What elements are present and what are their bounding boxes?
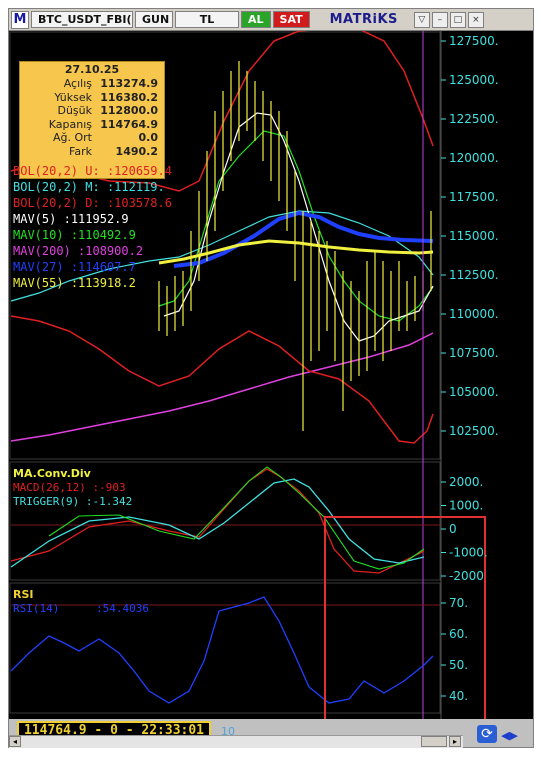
infobox-date: 27.10.25 xyxy=(64,63,120,76)
infobox-row: Fark 1490.2 xyxy=(69,144,158,158)
rsi-axis-label: 60. xyxy=(449,627,468,641)
app-logo: M xyxy=(11,10,29,29)
arrow-left-icon[interactable]: ◂ xyxy=(9,736,21,747)
price-axis-label: 102500. xyxy=(449,424,499,438)
mav200-line xyxy=(10,332,434,442)
infobox-row: Açılış 113274.9 xyxy=(63,77,158,90)
maximize-icon[interactable]: □ xyxy=(449,11,466,28)
price-axis-label: 117500. xyxy=(449,190,499,204)
legend-rsi: RSI(14) :54.4036 xyxy=(13,602,149,615)
brand-label: MATRiKS xyxy=(323,11,404,28)
chart-area[interactable]: 127500. 125000. 122500. 120000. 117500. 11500… xyxy=(9,28,533,722)
legend-mav55: MAV(55) :113918.2 xyxy=(13,276,136,290)
infobox-row: Kapanış 114764.9 xyxy=(48,117,158,131)
price-axis-label: 105000. xyxy=(449,385,499,399)
legend-bol-lower: BOL(20,2) D: :103578.6 xyxy=(13,196,172,210)
bollinger-lower-line xyxy=(10,315,434,444)
mav5-line xyxy=(163,112,434,342)
macd-axis-label: -1000. xyxy=(449,546,488,560)
price-axis-label: 107500. xyxy=(449,346,499,360)
arrow-nav-icon[interactable]: ◀▶ xyxy=(501,729,518,742)
ohlc-infobox: 27.10.25 Açılış 113274.9 Yüksek 116380.2 D… xyxy=(19,61,165,179)
legend-macd: MACD(26,12) :-903 xyxy=(13,481,126,494)
currency-selector[interactable]: TL xyxy=(175,11,239,28)
macd-axis-label: 1000. xyxy=(449,499,483,513)
price-axis-label: 112500. xyxy=(449,268,499,282)
rsi-axis-label: 50. xyxy=(449,658,468,672)
rsi-axis-label: 70. xyxy=(449,596,468,610)
legend-mav10: MAV(10) :110492.9 xyxy=(13,228,136,242)
infobox-row: Yüksek 116380.2 xyxy=(54,90,158,104)
legend-mav27: MAV(27) :114607.7 xyxy=(13,260,136,274)
legend-mav200: MAV(200) :108900.2 xyxy=(13,244,144,258)
price-axis-label: 125000. xyxy=(449,73,499,87)
rsi-axis-label: 40. xyxy=(449,689,468,703)
macd-axis-label: 2000. xyxy=(449,475,483,489)
rsi-axis: 70. 60. 50. 40. xyxy=(441,596,468,703)
horizontal-scrollbar[interactable]: ◂ ▸ xyxy=(9,735,463,748)
legend-trigger: TRIGGER(9) :-1.342 xyxy=(13,495,133,508)
price-axis-label: 120000. xyxy=(449,151,499,165)
chart-toolbar: M BTC_USDT_FBI( GUN TL AL SAT MATRiKS ▽ … xyxy=(9,9,533,31)
arrow-right-icon[interactable]: ▸ xyxy=(449,736,461,747)
mav10-line xyxy=(158,130,434,322)
dropdown-icon[interactable]: ▽ xyxy=(413,11,430,28)
refresh-icon[interactable]: ⟳ xyxy=(477,725,497,743)
chart-window: M BTC_USDT_FBI( GUN TL AL SAT MATRiKS ▽ … xyxy=(8,8,534,748)
macd-axis-label: -2000 xyxy=(449,569,484,583)
macd-axis: 2000. 1000. 0 -1000. -2000 xyxy=(441,475,488,583)
legend-mav5: MAV(5) :111952.9 xyxy=(13,212,129,226)
price-axis: 127500. 125000. 122500. 120000. 117500. 11500… xyxy=(441,34,499,438)
legend-bol-upper: BOL(20,2) U: :120659.4 xyxy=(13,164,172,178)
minimize-icon[interactable]: – xyxy=(431,11,448,28)
price-axis-label: 115000. xyxy=(449,229,499,243)
scroll-thumb[interactable] xyxy=(421,736,447,747)
price-axis-label: 127500. xyxy=(449,34,499,48)
macd-title: MA.Conv.Div xyxy=(13,467,91,480)
infobox-row: Düşük 112800.0 xyxy=(57,104,158,117)
price-axis-label: 122500. xyxy=(449,112,499,126)
infobox-row: Ağ. Ort 0.0 xyxy=(53,131,158,144)
close-icon[interactable]: × xyxy=(467,11,484,28)
macd-axis-label: 0 xyxy=(449,522,457,536)
symbol-selector[interactable]: BTC_USDT_FBI( xyxy=(31,11,133,28)
legend-bol-mid: BOL(20,2) M: :112119. xyxy=(13,180,165,194)
price-axis-label: 110000. xyxy=(449,307,499,321)
sell-button[interactable]: SAT xyxy=(272,11,310,28)
rsi-title: RSI xyxy=(13,588,34,601)
period-selector[interactable]: GUN xyxy=(135,11,173,28)
buy-button[interactable]: AL xyxy=(241,11,271,28)
